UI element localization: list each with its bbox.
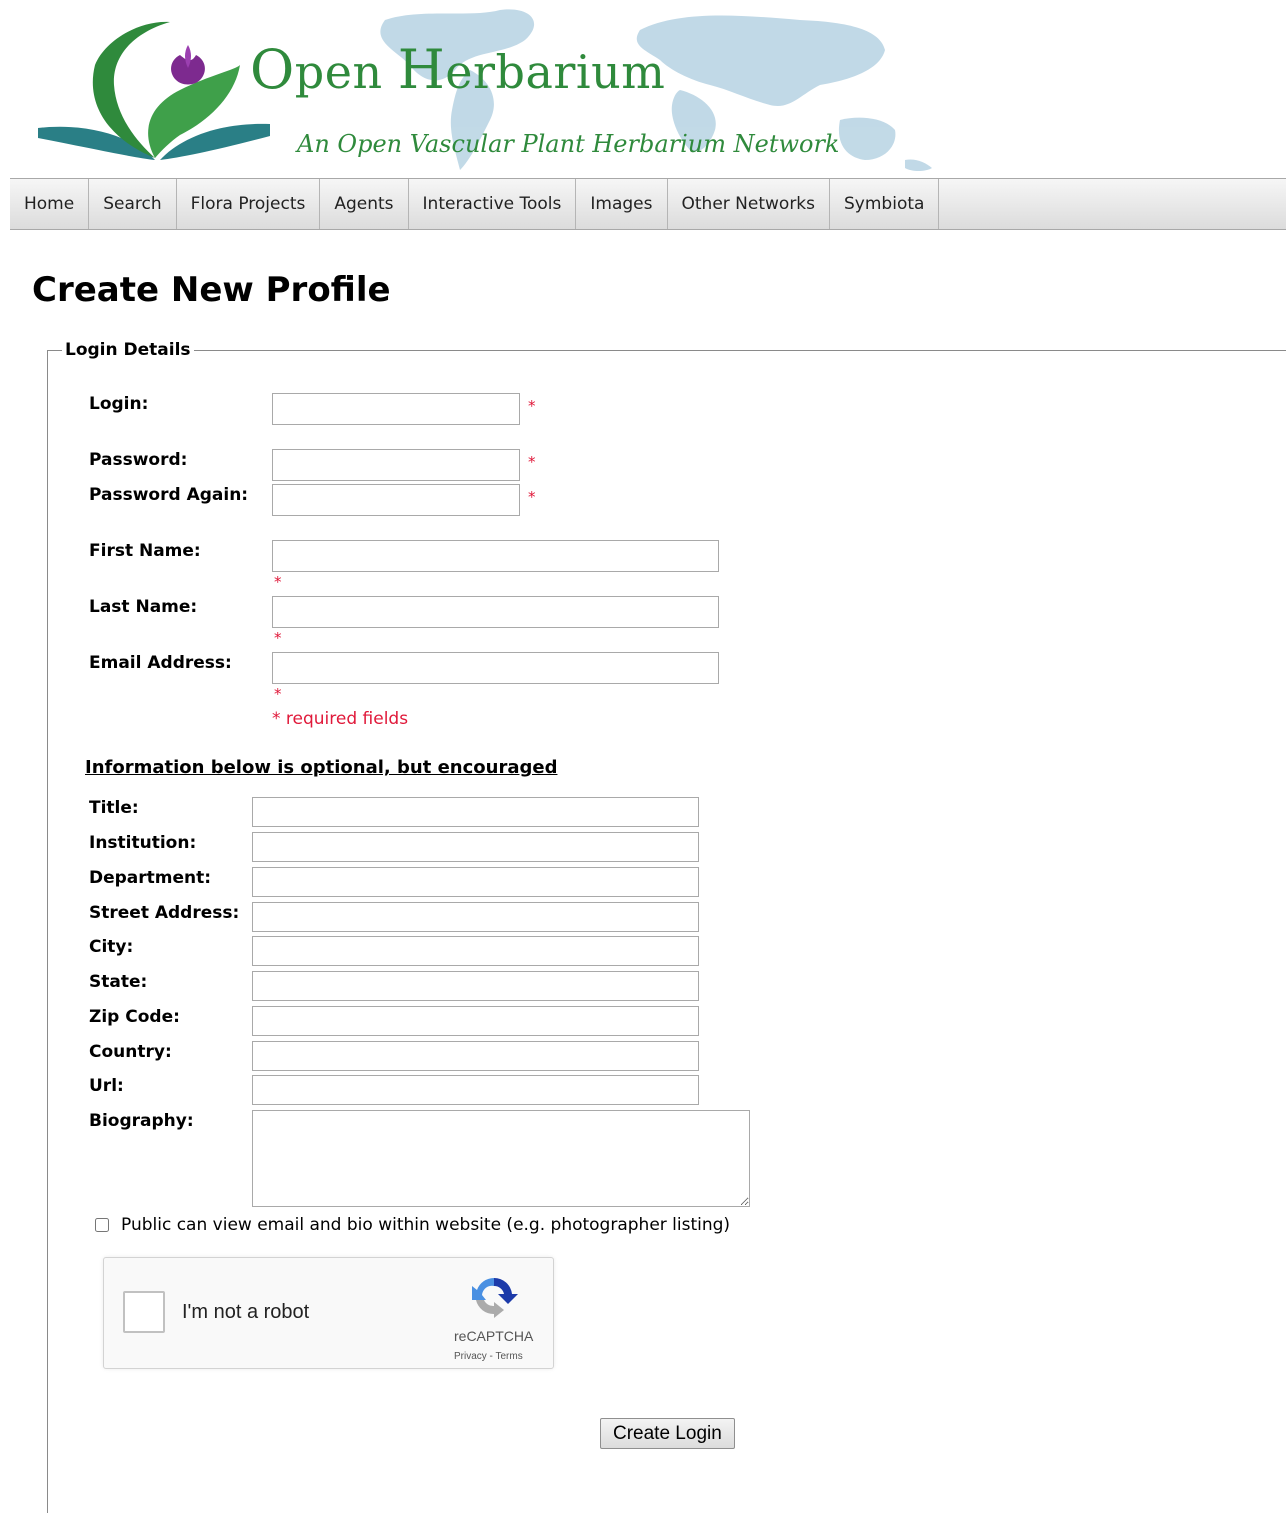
- title-input[interactable]: [252, 797, 699, 827]
- email-label: Email Address:: [89, 653, 232, 673]
- page-title: Create New Profile: [32, 270, 391, 310]
- street-address-label: Street Address:: [89, 903, 240, 923]
- title-label: Title:: [89, 798, 139, 818]
- recaptcha-label: I'm not a robot: [182, 1301, 310, 1323]
- street-address-input[interactable]: [252, 902, 699, 932]
- recaptcha-logo-icon: [472, 1277, 518, 1318]
- last-name-input[interactable]: [272, 596, 719, 628]
- first-name-label: First Name:: [89, 541, 201, 561]
- biography-label: Biography:: [89, 1111, 194, 1131]
- nav-item-search[interactable]: Search: [89, 179, 177, 229]
- nav-item-home[interactable]: Home: [10, 179, 90, 229]
- state-label: State:: [89, 972, 148, 992]
- city-input[interactable]: [252, 936, 699, 966]
- zip-code-input[interactable]: [252, 1006, 699, 1036]
- create-login-button[interactable]: Create Login: [600, 1418, 735, 1449]
- nav-item-interactive-tools[interactable]: Interactive Tools: [409, 179, 577, 229]
- fieldset-border-left: [47, 350, 48, 1513]
- nav-item-flora-projects[interactable]: Flora Projects: [177, 179, 321, 229]
- url-label: Url:: [89, 1076, 124, 1096]
- recaptcha-widget: I'm not a robot reCAPTCHA Privacy - Term…: [103, 1257, 554, 1369]
- email-required-marker: *: [274, 685, 282, 703]
- public-visibility-row[interactable]: Public can view email and bio within web…: [95, 1215, 730, 1235]
- site-subtitle: An Open Vascular Plant Herbarium Network: [297, 130, 840, 158]
- password-again-label: Password Again:: [89, 485, 249, 505]
- fieldset-border-top: [47, 350, 1286, 351]
- zip-code-label: Zip Code:: [89, 1007, 180, 1027]
- department-label: Department:: [89, 868, 212, 888]
- required-fields-note: * required fields: [272, 709, 409, 729]
- last-name-required-marker: *: [274, 629, 282, 647]
- first-name-required-marker: *: [274, 573, 282, 591]
- site-title: Open Herbarium: [250, 38, 666, 101]
- institution-input[interactable]: [252, 832, 699, 862]
- login-label: Login:: [89, 394, 149, 414]
- department-input[interactable]: [252, 867, 699, 897]
- recaptcha-brand: reCAPTCHA: [454, 1328, 534, 1344]
- recaptcha-privacy-terms[interactable]: Privacy - Terms: [454, 1351, 523, 1362]
- nav-item-other-networks[interactable]: Other Networks: [668, 179, 831, 229]
- password-input[interactable]: [272, 449, 520, 481]
- site-banner: Open Herbarium An Open Vascular Plant He…: [0, 0, 1286, 178]
- url-input[interactable]: [252, 1075, 699, 1105]
- password-label: Password:: [89, 450, 188, 470]
- public-visibility-label: Public can view email and bio within web…: [121, 1215, 731, 1235]
- login-input[interactable]: [272, 393, 520, 425]
- city-label: City:: [89, 937, 134, 957]
- password-again-required-marker: *: [528, 488, 536, 506]
- optional-section-heading: Information below is optional, but encou…: [85, 757, 558, 778]
- biography-textarea[interactable]: [252, 1110, 750, 1207]
- email-input[interactable]: [272, 652, 719, 684]
- country-label: Country:: [89, 1042, 172, 1062]
- fieldset-legend: Login Details: [62, 340, 194, 360]
- state-input[interactable]: [252, 971, 699, 1001]
- password-again-input[interactable]: [272, 484, 520, 516]
- login-required-marker: *: [528, 397, 536, 415]
- nav-item-agents[interactable]: Agents: [320, 179, 409, 229]
- main-navigation: Home Search Flora Projects Agents Intera…: [10, 178, 1286, 230]
- password-required-marker: *: [528, 453, 536, 471]
- nav-item-symbiota[interactable]: Symbiota: [830, 179, 940, 229]
- country-input[interactable]: [252, 1041, 699, 1071]
- nav-item-images[interactable]: Images: [576, 179, 668, 229]
- institution-label: Institution:: [89, 833, 197, 853]
- recaptcha-checkbox[interactable]: [123, 1291, 165, 1333]
- public-visibility-checkbox[interactable]: [95, 1218, 109, 1232]
- last-name-label: Last Name:: [89, 597, 198, 617]
- first-name-input[interactable]: [272, 540, 719, 572]
